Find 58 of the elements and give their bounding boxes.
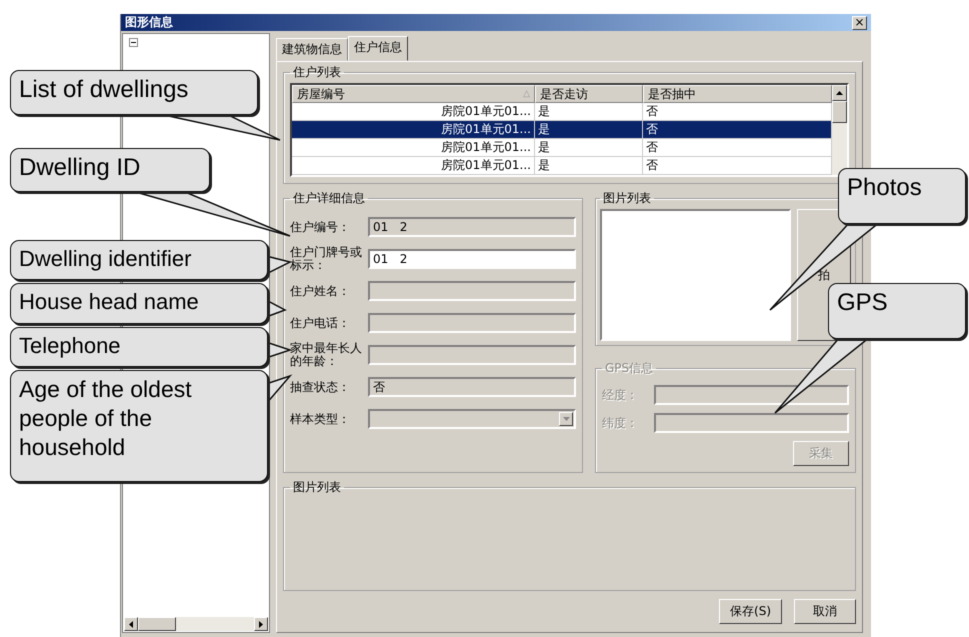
callout-label: GPS [828, 283, 966, 339]
tab[interactable]: 建筑物信息 [276, 38, 348, 61]
dropdown-field[interactable] [368, 409, 576, 429]
table-cell: 是 [535, 121, 643, 139]
field-label: 样本类型： [290, 412, 351, 426]
table-cell: 否 [643, 157, 832, 175]
input-field[interactable]: 01 2 [368, 249, 576, 269]
input-field[interactable]: 否 [368, 377, 576, 397]
collapse-icon[interactable] [129, 38, 138, 47]
dialog-button[interactable]: 取消 [794, 599, 856, 624]
table-cell: 房院01单元01... [292, 139, 535, 157]
horizontal-scrollbar[interactable] [124, 617, 268, 631]
field-label: 纬度： [602, 414, 639, 432]
group-title: 图片列表 [292, 479, 342, 496]
table-row[interactable]: 房院01单元01... 是 否 [292, 157, 832, 175]
column-header[interactable]: 是否抽中 [643, 85, 832, 103]
table-cell: 否 [643, 139, 832, 157]
input-field[interactable] [654, 413, 849, 433]
field-label: 住户电话： [290, 316, 351, 330]
field-label: 经度： [602, 386, 639, 404]
table-cell: 房院01单元01... [292, 157, 535, 175]
table-row[interactable]: 房院01单元01... 是 否 [292, 121, 832, 139]
table-cell: 是 [535, 157, 643, 175]
table-row[interactable]: 房院01单元01... 是 否 [292, 139, 832, 157]
dialog-button[interactable]: 保存(S) [719, 599, 782, 624]
group-title: GPS信息 [604, 360, 654, 377]
window-title: 图形信息 [125, 14, 173, 31]
callout-label: Photos [838, 168, 966, 224]
field-label: 住户姓名： [290, 284, 351, 298]
group-title: 住户详细信息 [292, 190, 366, 207]
input-field[interactable] [368, 313, 576, 333]
tab[interactable]: 住户信息 [348, 36, 408, 61]
callout-label: Telephone [10, 327, 268, 367]
column-header[interactable]: 是否走访 [535, 85, 643, 103]
up-arrow-icon[interactable] [836, 91, 843, 95]
vertical-scrollbar[interactable] [832, 85, 847, 175]
table-cell: 否 [643, 121, 832, 139]
field-label: 住户编号： [290, 220, 351, 234]
column-header[interactable]: 房屋编号 △ [292, 85, 535, 103]
field-label: 抽查状态： [290, 380, 351, 394]
group-title: 住户列表 [292, 64, 342, 81]
input-field[interactable] [368, 281, 576, 301]
close-button[interactable]: × [852, 16, 867, 30]
field-label: 住户门牌号或标示： [290, 246, 363, 272]
left-arrow-icon[interactable] [129, 620, 133, 628]
callout-label: Dwelling ID [10, 148, 210, 192]
input-field[interactable]: 01 2 [368, 217, 576, 237]
callout-label: House head name [10, 283, 268, 324]
sort-icon: △ [523, 89, 530, 99]
table-cell: 是 [535, 139, 643, 157]
group-title: 图片列表 [602, 190, 652, 207]
right-arrow-icon[interactable] [259, 620, 263, 628]
input-field[interactable] [368, 345, 576, 365]
input-field[interactable] [654, 385, 849, 405]
table-cell: 房院01单元01... [292, 121, 535, 139]
column-title: 房屋编号 [297, 86, 345, 102]
field-label: 家中最年长人的年龄： [290, 342, 363, 368]
callout-label: Age of the oldest people of the household [10, 370, 268, 482]
